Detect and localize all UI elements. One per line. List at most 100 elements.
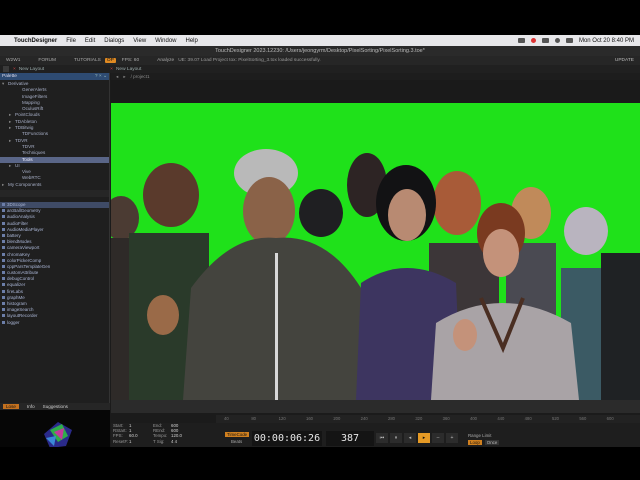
palette-list-label: debugControl — [7, 276, 35, 282]
preview-thumbnail — [44, 422, 72, 447]
component-icon — [2, 283, 5, 287]
battery-icon[interactable] — [541, 38, 549, 43]
loop-button[interactable]: Loop — [468, 440, 482, 445]
range-limit-label: Range Limit — [468, 433, 492, 438]
menu-file[interactable]: File — [66, 38, 76, 44]
palette-tree-label: UI — [15, 162, 20, 168]
palette-list-label: equalizer — [7, 282, 26, 288]
palette-header-icons[interactable]: ? × ⌄ — [95, 74, 107, 79]
palette-tree-label: PointClouds — [15, 112, 40, 118]
tsig-value[interactable]: 4 4 — [171, 439, 195, 444]
timeline-tick-label: 280 — [388, 416, 395, 421]
palette-tree-label: Techniques — [22, 150, 46, 156]
rewind-button[interactable]: ⏮ — [376, 433, 388, 443]
step-back-button[interactable]: – — [432, 433, 444, 443]
palette-list-label: audioFilter — [7, 220, 29, 226]
step-forward-button[interactable]: + — [446, 433, 458, 443]
palette-tree-label: ImageFilters — [22, 93, 48, 99]
component-icon — [2, 308, 5, 312]
timeline-tick-label: 560 — [579, 416, 587, 421]
palette-component-list: 3DScope arcBallGeometry audioAnalysis audio… — [0, 202, 109, 326]
timeline-ruler[interactable]: 40 80 120 160 200 240 280 320 360 400 440 480 520 560… — [216, 415, 640, 423]
fps-readout: FPS: 60 — [121, 58, 140, 63]
timecode-display[interactable]: 00:00:06:26 — [252, 431, 322, 446]
play-backward-button[interactable]: ◂ — [404, 433, 416, 443]
palette-list-label: logger — [7, 319, 20, 325]
component-icon — [2, 320, 5, 324]
once-button[interactable]: Once — [484, 440, 500, 445]
forward-icon[interactable]: ▸ — [123, 74, 125, 80]
component-icon — [2, 227, 5, 231]
palette-list-label: colorPickerComp — [7, 257, 42, 263]
menu-help[interactable]: Help — [186, 38, 198, 44]
palette-tree-label: Tools — [22, 156, 33, 162]
timeline-tick-label: 200 — [333, 416, 341, 421]
network-editor-gap — [111, 80, 640, 103]
timeline-tick-label: 40 — [224, 416, 229, 421]
rendered-crowd-image — [111, 103, 640, 400]
update-button[interactable]: UPDATE — [615, 58, 634, 63]
component-icon — [2, 203, 5, 207]
menu-view[interactable]: View — [133, 38, 146, 44]
tab-suggestions[interactable]: Suggestions — [43, 404, 68, 409]
w2w1-button[interactable]: W2W1 — [6, 58, 20, 63]
wifi-icon[interactable] — [554, 38, 560, 43]
network-path[interactable]: / project1 — [131, 74, 150, 79]
palette-tree-label: WebRTC — [22, 175, 41, 181]
frame-number[interactable]: 387 — [326, 431, 374, 446]
tab-lose[interactable]: Lose — [3, 404, 19, 409]
palette-list-label: histogram — [7, 301, 27, 307]
palette-list-label: 3DScope — [7, 202, 26, 208]
analyze-button[interactable]: Analyze — [157, 58, 174, 63]
status-message: UE: 39.07 Load Project tox: PixelSorting… — [178, 58, 321, 63]
palette-list-label: AudioMediaPlayer — [7, 226, 44, 232]
palette-tree-label: TDFunctions — [22, 131, 49, 137]
timeline-tick-label: 80 — [251, 416, 256, 421]
pause-button[interactable]: ⏸ — [390, 433, 402, 443]
tutorials-link[interactable]: TUTORIALS — [74, 58, 101, 63]
menu-edit[interactable]: Edit — [85, 38, 95, 44]
reset-value[interactable]: 1 — [129, 439, 153, 444]
palette-tree-label: TDBitwig — [15, 125, 34, 131]
component-icon — [2, 264, 5, 268]
range-limit-buttons: Loop Once — [468, 440, 500, 445]
app-menu[interactable]: TouchDesigner — [14, 38, 57, 44]
viewer-pane[interactable] — [111, 103, 640, 400]
network-path-bar: ◂ ▸ / project1 — [111, 73, 640, 80]
window-title: TouchDesigner 2023.12230: /Users/jeongyr… — [0, 46, 640, 56]
palette-list-item[interactable]: logger — [0, 320, 109, 326]
op-badge[interactable]: OP — [104, 58, 116, 63]
palette-tree-label: My Components — [8, 181, 42, 187]
component-icon — [2, 252, 5, 256]
component-icon — [2, 240, 5, 244]
component-icon — [2, 314, 5, 318]
tab-new-layout-right[interactable]: × New Layout — [106, 67, 145, 72]
back-icon[interactable]: ◂ — [116, 74, 118, 80]
palette-tree-item[interactable]: ▸ My Components — [0, 182, 109, 188]
palette-list-label: imageSearch — [7, 307, 34, 313]
timeline-tick-label: 440 — [497, 416, 505, 421]
tab-new-layout-left[interactable]: × New Layout — [9, 67, 48, 72]
control-center-icon[interactable] — [565, 38, 573, 43]
timeline-tick-label: 120 — [278, 416, 286, 421]
timecode-toggle[interactable]: TimeCode — [225, 432, 250, 437]
beats-toggle[interactable]: Beats — [231, 439, 242, 444]
clock[interactable]: Mon Oct 20 8:40 PM — [579, 38, 634, 44]
record-icon[interactable] — [530, 38, 536, 43]
component-icon — [2, 233, 5, 237]
close-icon[interactable]: × — [110, 67, 113, 72]
palette-list-label: cppParsTemplateGen — [7, 263, 51, 269]
close-icon[interactable]: × — [13, 67, 16, 72]
forum-link[interactable]: FORUM — [38, 58, 56, 63]
palette-search-bar[interactable] — [0, 190, 109, 198]
menu-window[interactable]: Window — [155, 38, 176, 44]
component-icon — [2, 277, 5, 281]
palette-list-label: blendModes — [7, 239, 32, 245]
bluetooth-icon[interactable] — [517, 38, 525, 43]
component-icon — [2, 289, 5, 293]
component-icon — [2, 221, 5, 225]
play-button[interactable]: ▸ — [418, 433, 430, 443]
menu-dialogs[interactable]: Dialogs — [104, 38, 124, 44]
tab-info[interactable]: Info — [27, 404, 35, 409]
palette-list-label: audioAnalysis — [7, 214, 35, 220]
